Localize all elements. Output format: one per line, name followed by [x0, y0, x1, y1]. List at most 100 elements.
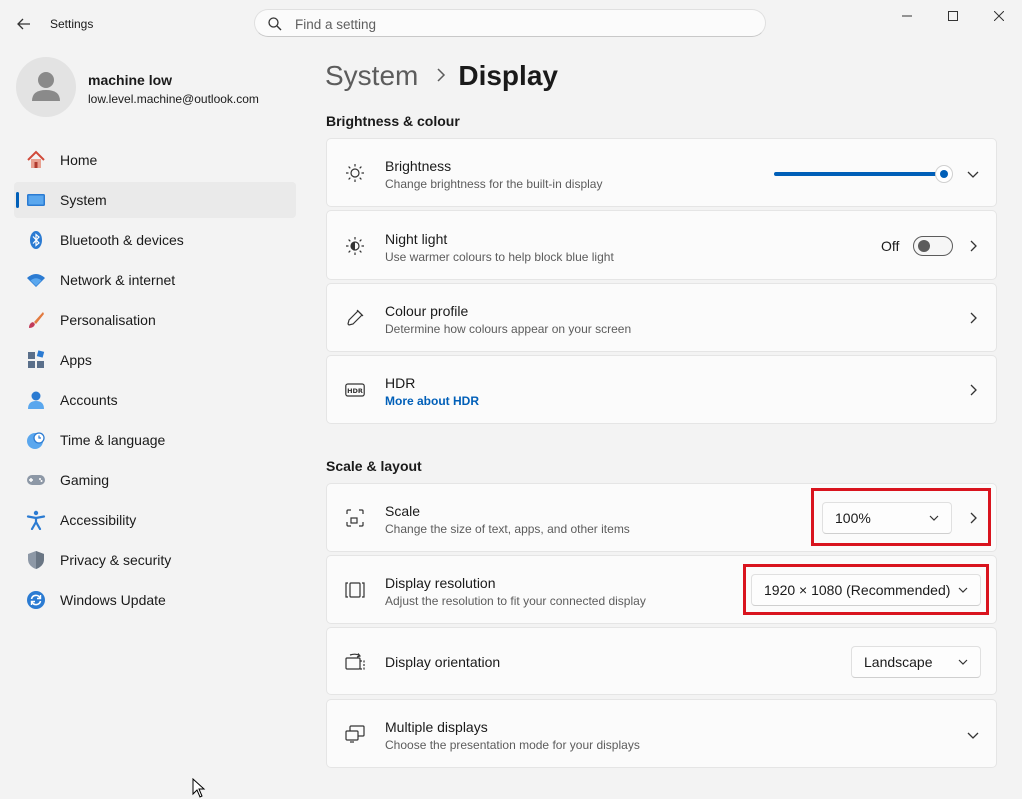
update-icon: [27, 591, 45, 609]
sidebar-item-accessibility[interactable]: Accessibility: [14, 502, 296, 538]
chevron-down-icon: [958, 659, 968, 665]
sidebar-item-gaming[interactable]: Gaming: [14, 462, 296, 498]
scale-subtitle: Change the size of text, apps, and other…: [385, 522, 630, 536]
eyedropper-icon: [347, 309, 364, 326]
multiple-displays-title: Multiple displays: [385, 719, 488, 735]
system-icon: [27, 194, 45, 206]
scale-title: Scale: [385, 503, 421, 519]
accessibility-icon: [26, 510, 46, 530]
search-input[interactable]: [293, 13, 747, 35]
resolution-icon: [345, 582, 365, 598]
multiple-displays-card[interactable]: Multiple displays Choose the presentatio…: [326, 699, 997, 768]
colour-profile-title: Colour profile: [385, 303, 469, 319]
gamepad-icon: [27, 475, 45, 485]
mouse-cursor-icon: [192, 778, 206, 798]
sidebar-item-label: Accessibility: [60, 512, 137, 528]
sidebar-item-label: Gaming: [60, 472, 110, 488]
chevron-right-icon: [970, 384, 977, 396]
display-orientation-card: Display orientation Landscape: [326, 627, 997, 695]
sidebar-item-label: Bluetooth & devices: [60, 232, 184, 248]
more-about-hdr-link[interactable]: More about HDR: [385, 394, 479, 408]
user-name: machine low: [88, 72, 173, 88]
night-light-state: Off: [881, 238, 900, 254]
home-icon: [27, 150, 45, 168]
avatar[interactable]: [16, 57, 76, 117]
sidebar-item-label: Time & language: [60, 432, 166, 448]
orientation-icon: [345, 653, 365, 670]
title-bar: Settings: [0, 0, 1022, 48]
colour-profile-subtitle: Determine how colours appear on your scr…: [385, 322, 632, 336]
person-icon: [32, 72, 60, 101]
wifi-icon: [27, 274, 45, 287]
sidebar-item-windows-update[interactable]: Windows Update: [14, 582, 296, 618]
sidebar-item-time-language[interactable]: Time & language: [14, 422, 296, 458]
breadcrumb: System Display: [325, 58, 558, 94]
hdr-card[interactable]: HDR HDR More about HDR: [326, 355, 997, 424]
minimize-icon: [902, 15, 912, 17]
sidebar-item-label: Apps: [60, 352, 92, 368]
section-title-brightness-colour: Brightness & colour: [326, 113, 460, 129]
brightness-slider-track[interactable]: [774, 172, 944, 176]
multiple-displays-icon: [345, 725, 365, 743]
brush-icon: [29, 312, 44, 328]
svg-text:HDR: HDR: [347, 387, 363, 395]
sidebar-item-label: Personalisation: [60, 312, 156, 328]
sidebar-item-personalisation[interactable]: Personalisation: [14, 302, 296, 338]
multiple-displays-subtitle: Choose the presentation mode for your di…: [385, 738, 640, 752]
night-light-card[interactable]: Night light Use warmer colours to help b…: [326, 210, 997, 280]
sidebar-nav: Home System Bluetooth & devices Network …: [14, 142, 296, 622]
sidebar-item-apps[interactable]: Apps: [14, 342, 296, 378]
search-icon: [268, 17, 282, 31]
search-box[interactable]: [254, 9, 766, 37]
display-resolution-title: Display resolution: [385, 575, 496, 591]
night-light-title: Night light: [385, 231, 448, 247]
sidebar-item-label: Home: [60, 152, 98, 168]
sidebar-item-label: Privacy & security: [60, 552, 172, 568]
apps-icon: [28, 350, 45, 368]
sun-icon: [346, 164, 364, 182]
account-icon: [28, 391, 44, 409]
brightness-subtitle: Change brightness for the built-in displ…: [385, 177, 603, 191]
minimize-button[interactable]: [884, 0, 930, 32]
chevron-down-icon[interactable]: [967, 729, 979, 741]
breadcrumb-chevron-icon: [436, 66, 446, 87]
display-orientation-value: Landscape: [864, 654, 933, 670]
colour-profile-card[interactable]: Colour profile Determine how colours app…: [326, 283, 997, 352]
app-title: Settings: [50, 17, 94, 31]
bluetooth-icon: [30, 231, 42, 249]
user-email: low.level.machine@outlook.com: [88, 92, 259, 106]
chevron-right-icon: [970, 312, 977, 324]
sidebar-item-accounts[interactable]: Accounts: [14, 382, 296, 418]
night-light-subtitle: Use warmer colours to help block blue li…: [385, 250, 614, 264]
close-button[interactable]: [976, 0, 1022, 32]
hdr-icon: HDR: [345, 383, 365, 397]
brightness-card: Brightness Change brightness for the bui…: [326, 138, 997, 207]
resolution-highlight-box: [743, 564, 989, 615]
night-light-toggle[interactable]: [913, 236, 953, 256]
sidebar-item-privacy-security[interactable]: Privacy & security: [14, 542, 296, 578]
back-button[interactable]: [14, 14, 34, 34]
sidebar-item-label: System: [60, 192, 107, 208]
chevron-down-icon[interactable]: [967, 168, 979, 180]
back-arrow-icon: [17, 18, 30, 30]
brightness-slider-thumb[interactable]: [935, 165, 953, 183]
scale-icon: [346, 509, 364, 527]
close-icon: [994, 11, 1004, 21]
page-title: Display: [458, 60, 558, 91]
shield-icon: [28, 551, 44, 569]
sidebar-item-home[interactable]: Home: [14, 142, 296, 178]
sidebar-item-label: Accounts: [60, 392, 118, 408]
sidebar-item-system[interactable]: System: [14, 182, 296, 218]
sidebar-item-network[interactable]: Network & internet: [14, 262, 296, 298]
sidebar-item-label: Windows Update: [60, 592, 166, 608]
breadcrumb-parent[interactable]: System: [325, 60, 418, 92]
display-resolution-subtitle: Adjust the resolution to fit your connec…: [385, 594, 646, 608]
maximize-icon: [948, 11, 958, 21]
display-orientation-dropdown[interactable]: Landscape: [851, 646, 981, 678]
hdr-title: HDR: [385, 375, 416, 391]
sidebar-item-bluetooth[interactable]: Bluetooth & devices: [14, 222, 296, 258]
sidebar-item-label: Network & internet: [60, 272, 176, 288]
chevron-right-icon: [970, 240, 977, 252]
clock-globe-icon: [27, 432, 45, 449]
maximize-button[interactable]: [930, 0, 976, 32]
